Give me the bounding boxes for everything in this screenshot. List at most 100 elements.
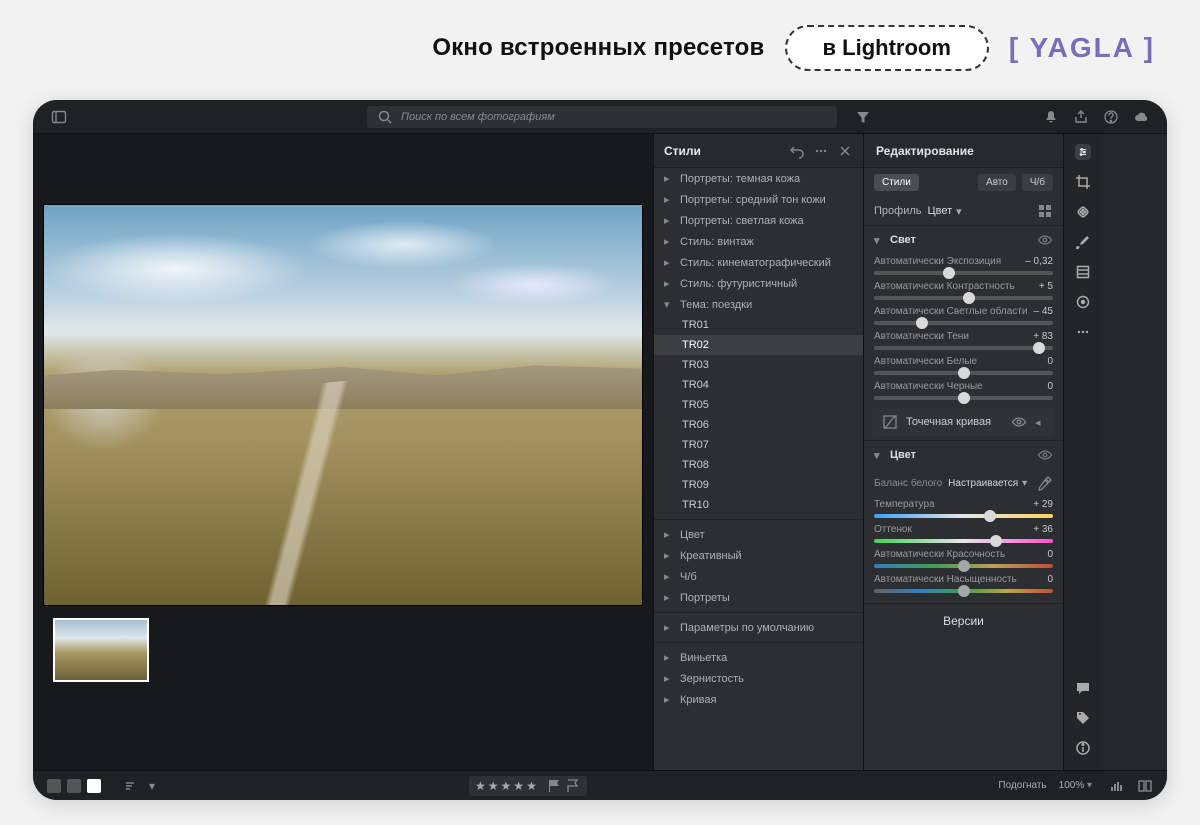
profile-browse-icon[interactable] — [1037, 203, 1053, 219]
comment-icon[interactable] — [1075, 680, 1091, 696]
chip-styles[interactable]: Стили — [874, 174, 919, 191]
slider-knob[interactable] — [990, 535, 1002, 547]
preset-item[interactable]: TR04 — [654, 375, 863, 395]
zoom-label[interactable]: 100% ▾ — [1059, 780, 1097, 791]
preset-group[interactable]: ▸Ч/б — [654, 566, 863, 587]
crop-icon[interactable] — [1075, 174, 1091, 190]
star-icon[interactable]: ★ — [475, 779, 486, 793]
preset-item[interactable]: TR08 — [654, 455, 863, 475]
preset-group[interactable]: ▸Стиль: кинематографический — [654, 252, 863, 273]
brush-icon[interactable] — [1075, 234, 1091, 250]
more-icon[interactable] — [1075, 324, 1091, 340]
slider-row[interactable]: Автоматически Контрастность+ 5 — [864, 279, 1063, 304]
slider-knob[interactable] — [958, 392, 970, 404]
flag-icon[interactable] — [547, 778, 563, 794]
slider-track[interactable] — [874, 271, 1053, 275]
slider-row[interactable]: Автоматически Тени+ 83 — [864, 329, 1063, 354]
slider-row[interactable]: Автоматически Белые0 — [864, 354, 1063, 379]
compare-view-icon[interactable] — [67, 779, 81, 793]
preset-item[interactable]: TR02 — [654, 335, 863, 355]
slider-track[interactable] — [874, 564, 1053, 568]
preset-group[interactable]: ▸Зернистость — [654, 668, 863, 689]
share-icon[interactable] — [1073, 109, 1089, 125]
loupe-view-icon[interactable] — [87, 779, 101, 793]
radial-gradient-icon[interactable] — [1075, 294, 1091, 310]
slider-knob[interactable] — [943, 267, 955, 279]
preset-group[interactable]: ▸Портреты: темная кожа — [654, 168, 863, 189]
preset-group[interactable]: ▸Цвет — [654, 524, 863, 545]
preset-group[interactable]: ▸Портреты: светлая кожа — [654, 210, 863, 231]
chip-auto[interactable]: Авто — [978, 174, 1016, 191]
slider-track[interactable] — [874, 589, 1053, 593]
slider-track[interactable] — [874, 539, 1053, 543]
slider-knob[interactable] — [958, 560, 970, 572]
tag-icon[interactable] — [1075, 710, 1091, 726]
cloud-icon[interactable] — [1133, 109, 1149, 125]
slider-knob[interactable] — [1033, 342, 1045, 354]
star-icon[interactable]: ★ — [513, 779, 524, 793]
edit-sliders-icon[interactable] — [1075, 144, 1091, 160]
chevron-down-icon[interactable]: ▾ — [149, 779, 159, 793]
eye-icon[interactable] — [1011, 414, 1027, 430]
filter-icon[interactable] — [855, 109, 871, 125]
preset-item[interactable]: TR05 — [654, 395, 863, 415]
slider-knob[interactable] — [958, 367, 970, 379]
preset-group[interactable]: ▸Стиль: винтаж — [654, 231, 863, 252]
before-after-icon[interactable] — [1137, 778, 1153, 794]
versions-row[interactable]: Версии — [864, 603, 1063, 638]
star-icon[interactable]: ★ — [501, 779, 512, 793]
slider-row[interactable]: Автоматически Светлые области– 45 — [864, 304, 1063, 329]
section-light[interactable]: ▾ Свет — [864, 225, 1063, 254]
slider-track[interactable] — [874, 321, 1053, 325]
slider-row[interactable]: Автоматически Экспозиция– 0,32 — [864, 254, 1063, 279]
slider-track[interactable] — [874, 371, 1053, 375]
preset-item[interactable]: TR10 — [654, 495, 863, 515]
slider-row[interactable]: Оттенок+ 36 — [864, 522, 1063, 547]
slider-knob[interactable] — [984, 510, 996, 522]
preset-group[interactable]: ▸Виньетка — [654, 647, 863, 668]
bell-icon[interactable] — [1043, 109, 1059, 125]
preset-group[interactable]: ▸Портреты: средний тон кожи — [654, 189, 863, 210]
search-field[interactable]: Поиск по всем фотографиям — [367, 106, 837, 128]
preset-group[interactable]: ▸Креативный — [654, 545, 863, 566]
slider-row[interactable]: Температура+ 29 — [864, 497, 1063, 522]
slider-row[interactable]: Автоматически Красочность0 — [864, 547, 1063, 572]
slider-track[interactable] — [874, 396, 1053, 400]
more-icon[interactable] — [813, 143, 829, 159]
preset-item[interactable]: TR03 — [654, 355, 863, 375]
preset-group[interactable]: ▸Стиль: футуристичный — [654, 273, 863, 294]
eye-icon[interactable] — [1037, 232, 1053, 248]
heal-icon[interactable] — [1075, 204, 1091, 220]
slider-knob[interactable] — [958, 585, 970, 597]
info-icon[interactable] — [1075, 740, 1091, 756]
preset-item[interactable]: TR09 — [654, 475, 863, 495]
eye-icon[interactable] — [1037, 447, 1053, 463]
close-icon[interactable] — [837, 143, 853, 159]
chip-bw[interactable]: Ч/б — [1022, 174, 1053, 191]
rating-stars[interactable]: ★ ★ ★ ★ ★ — [469, 776, 587, 796]
profile-row[interactable]: Профиль Цвет ▾ — [864, 197, 1063, 225]
preset-defaults[interactable]: ▸ Параметры по умолчанию — [654, 617, 863, 638]
star-icon[interactable]: ★ — [526, 779, 537, 793]
preset-item[interactable]: TR07 — [654, 435, 863, 455]
undo-icon[interactable] — [789, 143, 805, 159]
panels-icon[interactable] — [51, 109, 67, 125]
slider-knob[interactable] — [963, 292, 975, 304]
linear-gradient-icon[interactable] — [1075, 264, 1091, 280]
reject-flag-icon[interactable] — [565, 778, 581, 794]
star-icon[interactable]: ★ — [488, 779, 499, 793]
slider-track[interactable] — [874, 514, 1053, 518]
view-mode-switch[interactable] — [47, 779, 101, 793]
preset-group[interactable]: ▸Кривая — [654, 689, 863, 710]
tone-curve-row[interactable]: Точечная кривая ◂ — [872, 408, 1055, 436]
white-balance-row[interactable]: Баланс белого Настраивается ▾ — [864, 469, 1063, 497]
preset-item[interactable]: TR06 — [654, 415, 863, 435]
eyedropper-icon[interactable] — [1037, 475, 1053, 491]
grid-view-icon[interactable] — [47, 779, 61, 793]
section-color[interactable]: ▾ Цвет — [864, 440, 1063, 469]
preset-item[interactable]: TR01 — [654, 315, 863, 335]
slider-row[interactable]: Автоматически Черные0 — [864, 379, 1063, 404]
slider-knob[interactable] — [916, 317, 928, 329]
filmstrip-thumb[interactable] — [53, 618, 149, 682]
help-icon[interactable] — [1103, 109, 1119, 125]
